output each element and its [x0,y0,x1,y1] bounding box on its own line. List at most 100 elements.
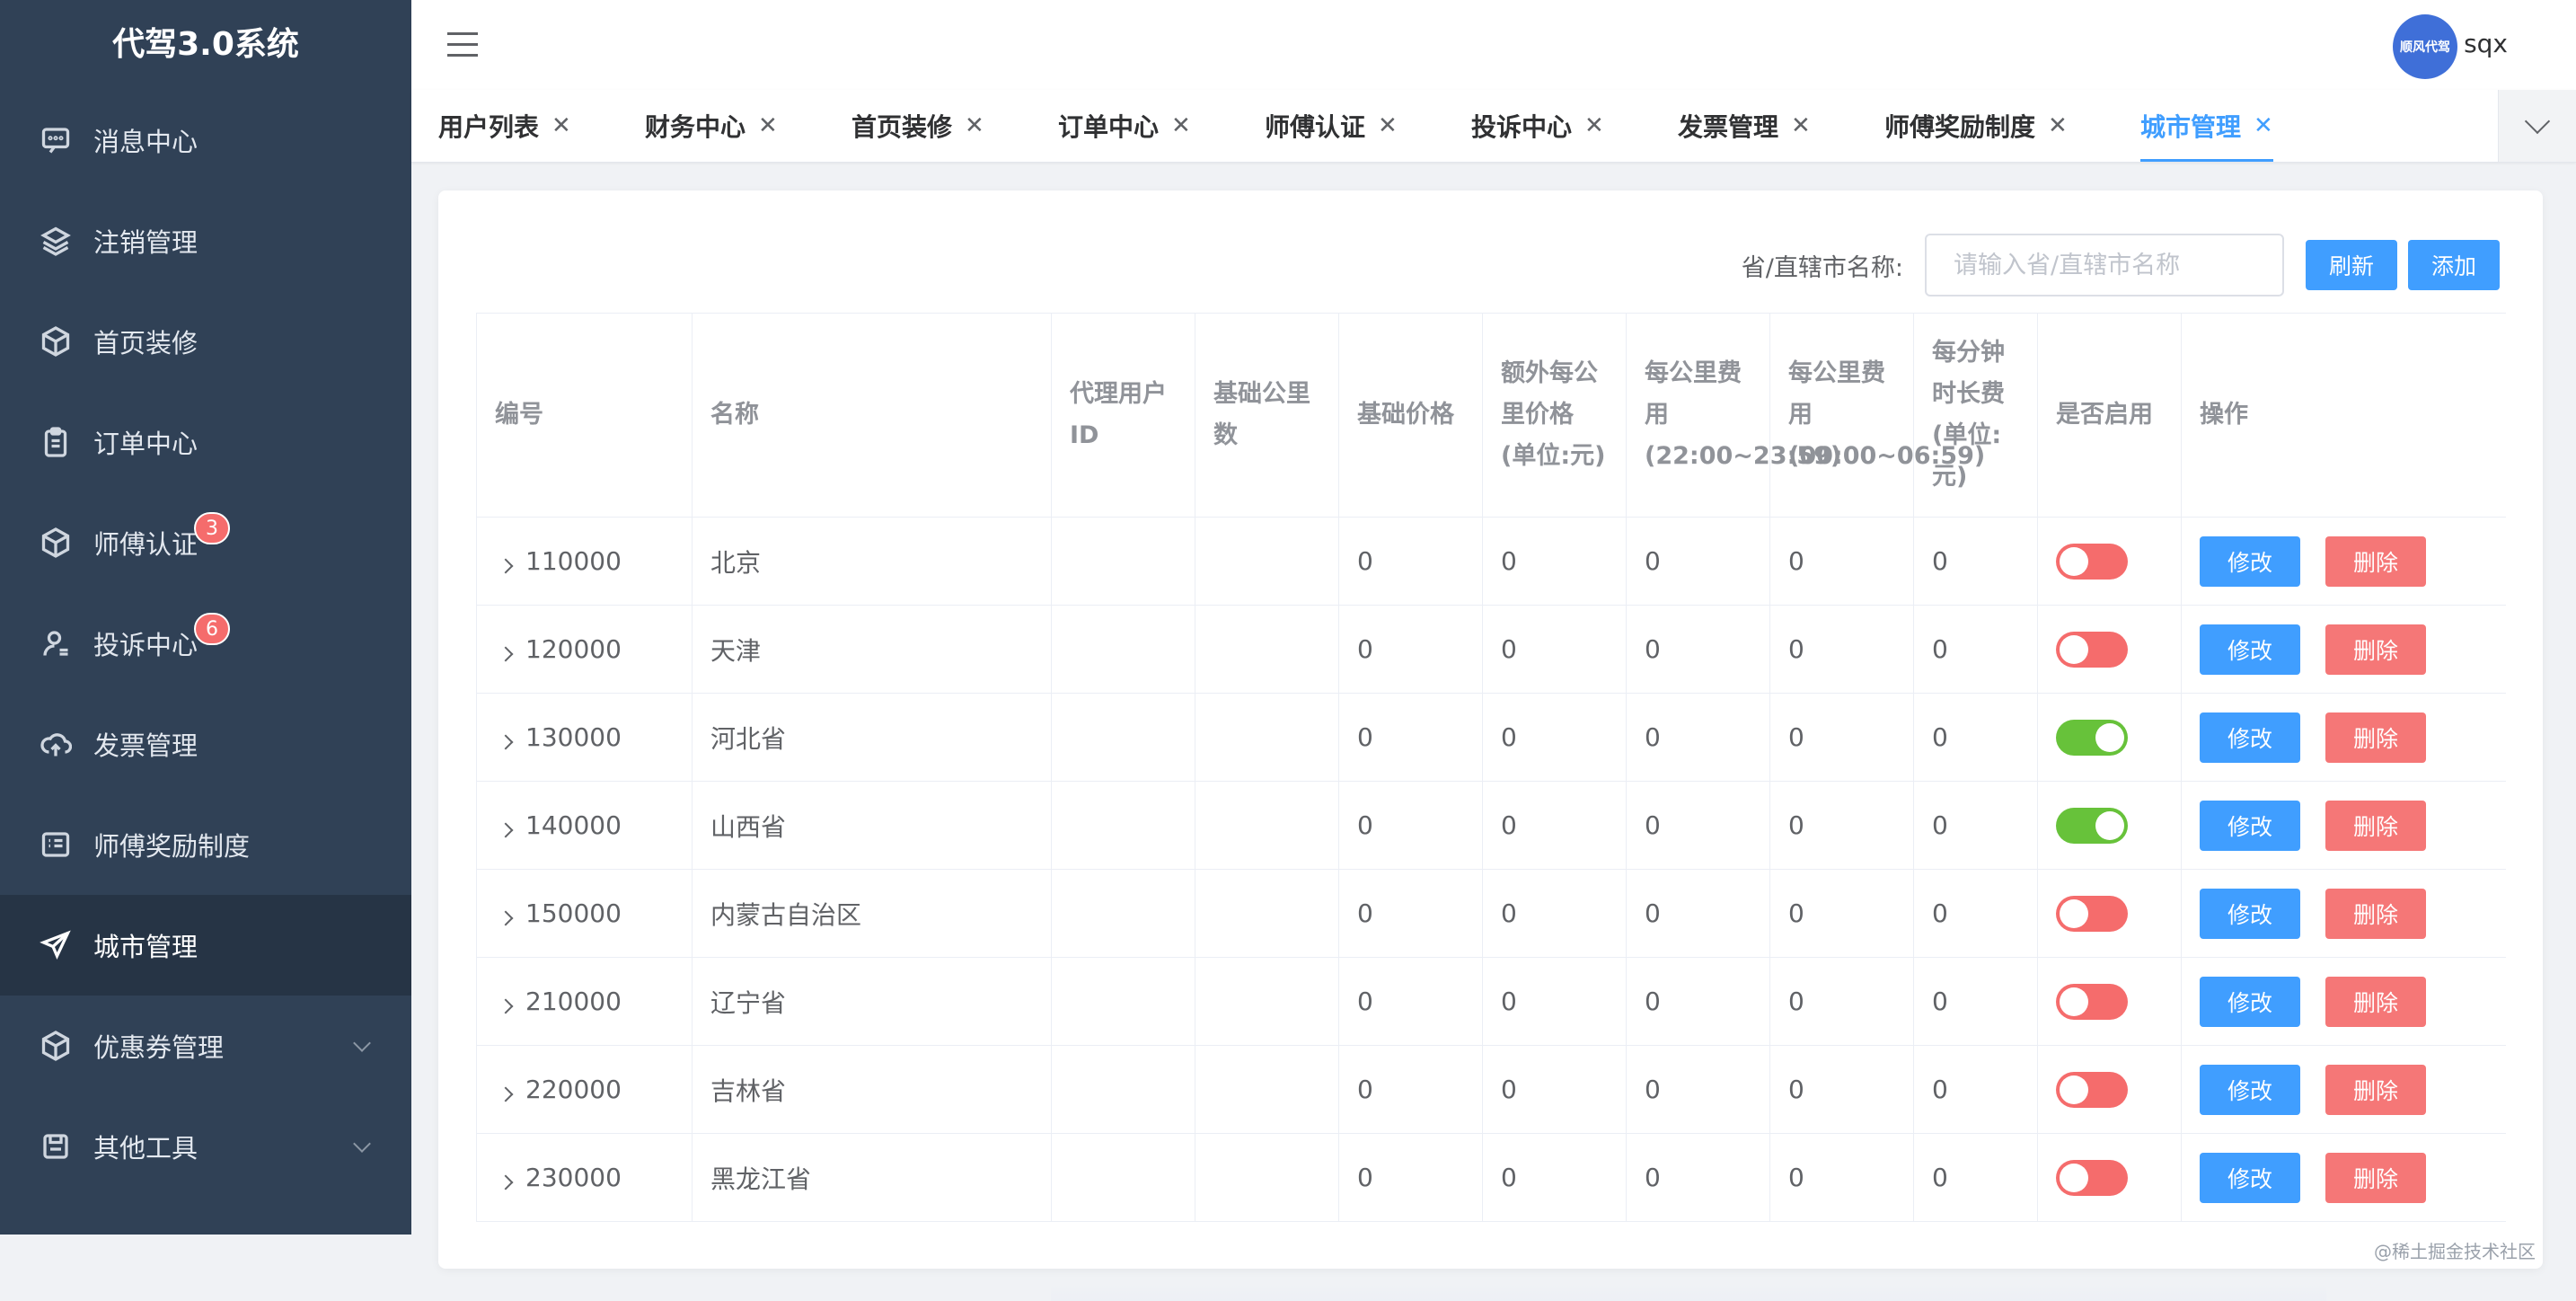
sidebar-item-4[interactable]: 师傅认证 3 [0,492,411,593]
close-icon[interactable]: ✕ [1584,112,1604,139]
cell-base_km [1195,517,1339,606]
cell-base_km [1195,1133,1339,1222]
enable-toggle[interactable] [2056,1071,2128,1108]
sidebar-item-0[interactable]: 消息中心 [0,90,411,190]
edit-button[interactable]: 修改 [2200,535,2300,587]
delete-button[interactable]: 删除 [2325,976,2426,1027]
close-icon[interactable]: ✕ [1171,112,1191,139]
username[interactable]: sqx [2464,29,2508,58]
cell-value: 0 [1357,546,1373,576]
edit-button[interactable]: 修改 [2200,800,2300,851]
enable-toggle[interactable] [2056,543,2128,580]
sidebar-item-3[interactable]: 订单中心 [0,392,411,492]
delete-button[interactable]: 删除 [2325,800,2426,851]
edit-button[interactable]: 修改 [2200,712,2300,763]
message-icon [40,124,72,156]
delete-button[interactable]: 删除 [2325,1064,2426,1115]
refresh-button[interactable]: 刷新 [2305,240,2397,290]
cell-value: 0 [1932,898,1948,928]
app-title: 代驾3.0系统 [112,26,299,63]
column-header: 每公里费用(22:00~23:59) [1626,313,1841,518]
close-icon[interactable]: ✕ [2254,112,2273,139]
tab-3[interactable]: 订单中心 ✕ [1058,90,1191,162]
cell-agent_user_id [1051,957,1195,1046]
cell-agent_user_id [1051,517,1195,606]
close-icon[interactable]: ✕ [1378,112,1398,139]
cell-agent_user_id [1051,1045,1195,1134]
close-icon[interactable]: ✕ [758,112,778,139]
cell-night_km_fee: 0 [1626,517,1770,606]
tab-1[interactable]: 财务中心 ✕ [645,90,778,162]
avatar[interactable]: 顺风代驾 [2393,14,2457,79]
tab-8[interactable]: 城市管理 ✕ [2140,90,2273,162]
enable-toggle[interactable] [2056,807,2128,844]
sidebar-menu: 消息中心 注销管理 首页装修 订单中心 师傅认证 3 投诉中心 6 发票管理 师傅奖励制度 城市管理… [0,90,411,1197]
cell-enabled [2037,957,2182,1046]
cell-value: 山西省 [710,811,787,842]
table-row: 120000 天津 0 0 0 0 0 修改 删除 [476,605,2506,694]
sidebar-item-8[interactable]: 城市管理 [0,895,411,996]
enable-toggle[interactable] [2056,895,2128,932]
province-search-input[interactable] [1924,234,2284,296]
expand-row-icon[interactable] [498,1086,514,1102]
tab-7[interactable]: 师傅奖励制度 ✕ [1884,90,2068,162]
expand-row-icon[interactable] [498,1174,514,1190]
tab-6[interactable]: 发票管理 ✕ [1678,90,1811,162]
delete-button[interactable]: 删除 [2325,624,2426,675]
expand-row-icon[interactable] [498,558,514,574]
sidebar-item-5[interactable]: 投诉中心 6 [0,593,411,694]
tab-4[interactable]: 师傅认证 ✕ [1265,90,1398,162]
tab-label: 投诉中心 [1471,112,1573,142]
cell-agent_user_id [1051,693,1195,782]
enable-toggle[interactable] [2056,1159,2128,1196]
delete-button[interactable]: 删除 [2325,888,2426,939]
delete-button[interactable]: 删除 [2325,535,2426,587]
close-icon[interactable]: ✕ [1791,112,1811,139]
cell-minute_fee: 0 [1913,1045,2038,1134]
column-header: 额外每公里价格(单位:元) [1482,313,1627,518]
tab-5[interactable]: 投诉中心 ✕ [1471,90,1604,162]
delete-button[interactable]: 删除 [2325,1152,2426,1203]
cell-id: 120000 [476,605,693,694]
expand-row-icon[interactable] [498,910,514,926]
enable-toggle[interactable] [2056,983,2128,1020]
expand-row-icon[interactable] [498,646,514,662]
tab-0[interactable]: 用户列表 ✕ [438,90,571,162]
cell-minute_fee: 0 [1913,693,2038,782]
expand-row-icon[interactable] [498,734,514,750]
cell-minute_fee: 0 [1913,1133,2038,1222]
tabs-more-dropdown[interactable] [2498,90,2576,162]
chevron-down-icon [353,1135,371,1153]
edit-button[interactable]: 修改 [2200,624,2300,675]
sidebar-item-1[interactable]: 注销管理 [0,190,411,291]
cell-name: 河北省 [692,693,1052,782]
expand-row-icon[interactable] [498,998,514,1014]
tab-2[interactable]: 首页装修 ✕ [851,90,984,162]
notification-badge: 3 [194,512,230,544]
tab-label: 用户列表 [438,112,540,142]
add-button[interactable]: 添加 [2407,240,2500,290]
cell-base_km [1195,869,1339,958]
enable-toggle[interactable] [2056,631,2128,668]
cell-value: 0 [1645,810,1661,840]
tab-label: 首页装修 [851,112,953,142]
enable-toggle[interactable] [2056,719,2128,756]
edit-button[interactable]: 修改 [2200,888,2300,939]
close-icon[interactable]: ✕ [551,112,571,139]
close-icon[interactable]: ✕ [965,112,984,139]
sidebar-item-9[interactable]: 优惠券管理 [0,996,411,1096]
main-card: 省/直辖市名称: 刷新 添加 编号名称代理用户ID基础公里数基础价格额外每公里价… [438,190,2543,1301]
sidebar-item-2[interactable]: 首页装修 [0,291,411,392]
expand-row-icon[interactable] [498,822,514,838]
sidebar-item-10[interactable]: 其他工具 [0,1096,411,1197]
edit-button[interactable]: 修改 [2200,976,2300,1027]
hamburger-menu-icon[interactable] [447,32,478,59]
edit-button[interactable]: 修改 [2200,1064,2300,1115]
sidebar-item-6[interactable]: 发票管理 [0,694,411,794]
close-icon[interactable]: ✕ [2048,112,2068,139]
edit-button[interactable]: 修改 [2200,1152,2300,1203]
box-icon [40,325,72,358]
delete-button[interactable]: 删除 [2325,712,2426,763]
column-header: 编号 [476,313,693,518]
sidebar-item-7[interactable]: 师傅奖励制度 [0,794,411,895]
